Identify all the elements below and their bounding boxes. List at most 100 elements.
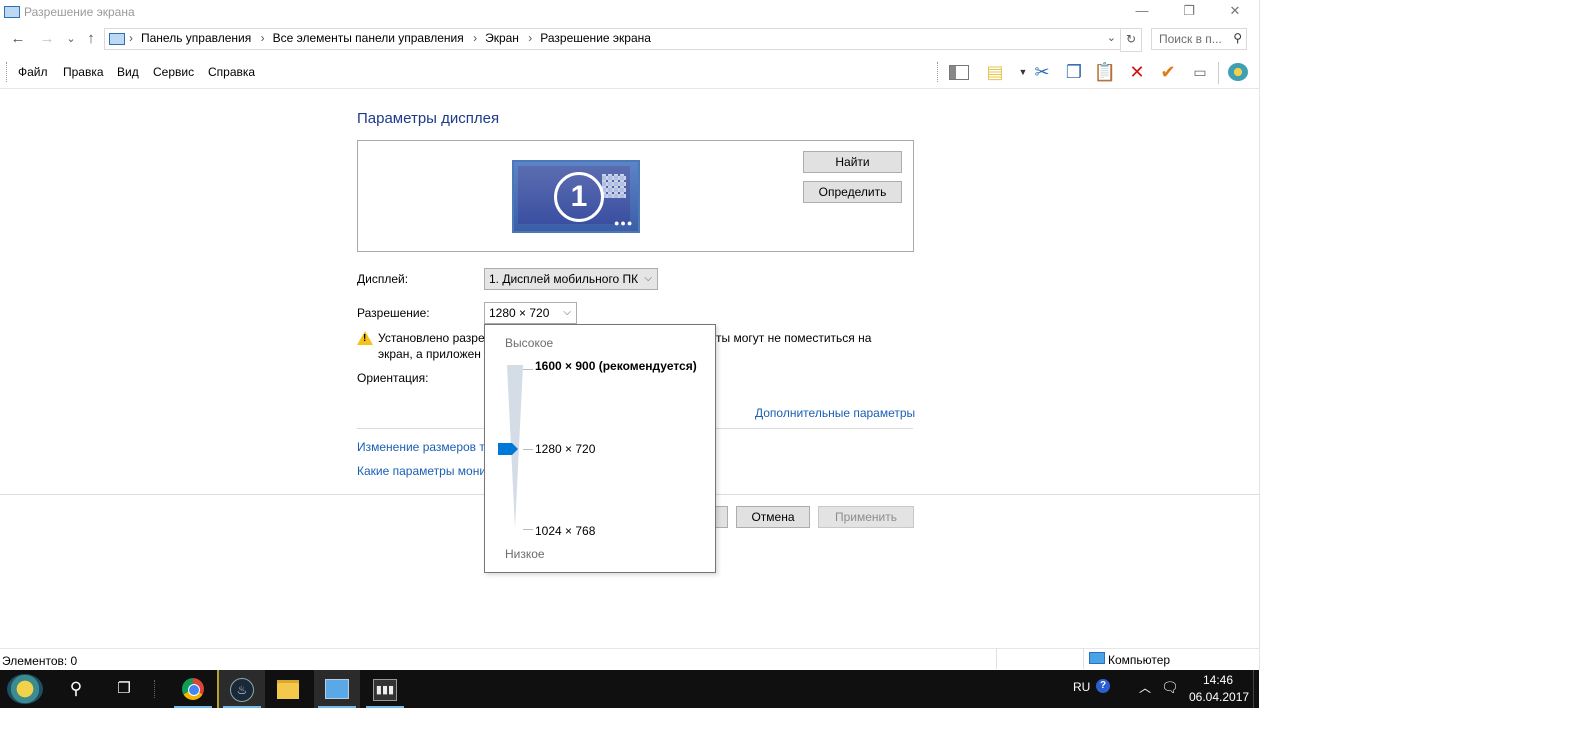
breadcrumb-separator: ›	[129, 31, 133, 45]
resolution-label: Разрешение:	[357, 306, 430, 320]
monitor-grid-icon	[602, 174, 626, 198]
refresh-button[interactable]: ↻	[1120, 28, 1142, 52]
clock-time[interactable]: 14:46	[1203, 673, 1233, 687]
window-title: Разрешение экрана	[24, 5, 135, 19]
computer-label: Компьютер	[1108, 653, 1171, 667]
resolution-slider-thumb[interactable]	[498, 443, 512, 455]
app-icon[interactable]: ▮▮▮	[362, 670, 408, 708]
display-select[interactable]: 1. Дисплей мобильного ПК ⌵	[484, 268, 658, 290]
search-icon[interactable]: ⚲	[53, 670, 99, 708]
menu-file[interactable]: Файл	[18, 65, 48, 79]
rename-icon[interactable]: ▭	[1188, 60, 1212, 84]
slider-tick	[523, 529, 533, 530]
panel-layout-icon[interactable]	[947, 60, 971, 84]
orientation-label: Ориентация:	[357, 371, 429, 385]
resolution-select-value: 1280 × 720	[489, 306, 550, 320]
steam-icon[interactable]: ♨	[217, 670, 265, 708]
notifications-icon[interactable]: 🗨	[1161, 679, 1179, 696]
resolution-option[interactable]: 1280 × 720	[535, 442, 595, 456]
menu-edit[interactable]: Правка	[63, 65, 104, 79]
page-title: Параметры дисплея	[357, 110, 500, 127]
delete-icon[interactable]: ✕	[1125, 60, 1149, 84]
chevron-down-icon: ⌵	[563, 307, 571, 318]
warning-text: ты могут не поместиться на	[716, 331, 872, 345]
display-label: Дисплей:	[357, 272, 409, 286]
up-button[interactable]: ↑	[82, 30, 100, 48]
slider-tick	[523, 369, 533, 370]
file-explorer-icon[interactable]	[265, 670, 311, 708]
search-placeholder: Поиск в п...	[1159, 32, 1222, 46]
toolbar-grip	[6, 62, 9, 82]
display-select-value: 1. Дисплей мобильного ПК	[489, 272, 639, 286]
chevron-down-icon: ⌵	[644, 273, 652, 284]
resolution-select[interactable]: 1280 × 720 ⌵	[484, 302, 577, 324]
status-bar: Элементов: 0	[0, 648, 1259, 670]
slider-thumb-pointer	[512, 443, 518, 455]
high-label: Высокое	[505, 336, 554, 350]
breadcrumb: › Панель управления › Все элементы панели …	[129, 31, 657, 45]
low-label: Низкое	[505, 547, 545, 561]
menu-tools[interactable]: Сервис	[153, 65, 194, 79]
title-bar: Разрешение экрана — ❐ ✕	[0, 0, 1259, 24]
minimize-button[interactable]: —	[1119, 0, 1165, 24]
back-button[interactable]: ←	[9, 30, 27, 48]
advanced-settings-link[interactable]: Дополнительные параметры	[755, 406, 915, 420]
computer-icon	[1089, 652, 1105, 664]
status-divider	[1083, 648, 1084, 669]
resolution-option[interactable]: 1600 × 900 (рекомендуется)	[535, 359, 697, 373]
menu-view[interactable]: Вид	[117, 65, 139, 79]
properties-icon[interactable]: ▤	[983, 60, 1007, 84]
cancel-button[interactable]: Отмена	[736, 506, 810, 528]
control-panel-icon[interactable]	[314, 670, 360, 708]
apply-button[interactable]: Применить	[818, 506, 914, 528]
toolbar-separator	[1218, 62, 1219, 84]
forward-button[interactable]: →	[38, 30, 56, 48]
search-input[interactable]: Поиск в п... ⚲	[1151, 28, 1247, 50]
language-indicator[interactable]: RU	[1073, 680, 1090, 694]
breadcrumb-display[interactable]: Экран	[485, 31, 519, 45]
address-bar[interactable]: › Панель управления › Все элементы панели …	[104, 28, 1121, 50]
toolbar-grip	[937, 62, 940, 82]
check-icon[interactable]: ✔	[1156, 60, 1180, 84]
breadcrumb-screen-resolution[interactable]: Разрешение экрана	[540, 31, 651, 45]
warning-text: Установлено разре	[378, 331, 485, 345]
help-icon[interactable]: ?	[1096, 679, 1110, 693]
paste-icon[interactable]: 📋	[1093, 60, 1117, 84]
close-button[interactable]: ✕	[1212, 0, 1258, 24]
clock-date[interactable]: 06.04.2017	[1189, 690, 1249, 704]
control-panel-icon	[109, 33, 125, 45]
warning-exclamation: !	[363, 333, 367, 344]
start-button[interactable]	[7, 674, 43, 704]
menu-help[interactable]: Справка	[208, 65, 255, 79]
breadcrumb-control-panel[interactable]: Панель управления	[141, 31, 251, 45]
breadcrumb-separator: ›	[473, 31, 478, 45]
show-desktop-button[interactable]	[1253, 670, 1259, 708]
search-icon: ⚲	[1233, 31, 1242, 45]
chevron-up-icon[interactable]: ︿	[1139, 679, 1151, 696]
slider-tick	[523, 449, 533, 450]
globe-icon[interactable]	[1226, 60, 1250, 84]
warning-text: экран, а приложен	[378, 347, 481, 361]
monitor-dots-icon: ●●●	[614, 218, 634, 228]
text-size-link[interactable]: Изменение размеров те	[357, 440, 491, 454]
items-count: Элементов: 0	[2, 654, 78, 668]
monitor-settings-link[interactable]: Какие параметры мони	[357, 464, 486, 478]
cut-icon[interactable]: ✂	[1030, 60, 1054, 84]
copy-icon[interactable]: ❐	[1062, 60, 1086, 84]
resolution-option[interactable]: 1024 × 768	[535, 524, 595, 538]
resolution-slider-track[interactable]	[507, 365, 523, 691]
resolution-popup: Высокое 1600 × 900 (рекомендуется) 1280 …	[484, 324, 716, 573]
chevron-down-icon[interactable]: ⌄	[1107, 31, 1116, 44]
monitor-number: 1	[554, 172, 604, 222]
identify-button[interactable]: Определить	[803, 181, 902, 203]
find-button[interactable]: Найти	[803, 151, 902, 173]
chrome-icon[interactable]	[170, 670, 216, 708]
monitor-screen: 1 ●●●	[518, 166, 632, 228]
breadcrumb-separator: ›	[528, 31, 533, 45]
breadcrumb-all-items[interactable]: Все элементы панели управления	[273, 31, 464, 45]
restore-button[interactable]: ❐	[1166, 0, 1212, 24]
recent-locations-button[interactable]: ⌄	[62, 30, 80, 48]
taskbar: ⚲ ❐ ♨ ▮▮▮	[0, 670, 1258, 708]
monitor-1[interactable]: 1 ●●●	[512, 160, 640, 233]
task-view-icon[interactable]: ❐	[101, 670, 147, 708]
